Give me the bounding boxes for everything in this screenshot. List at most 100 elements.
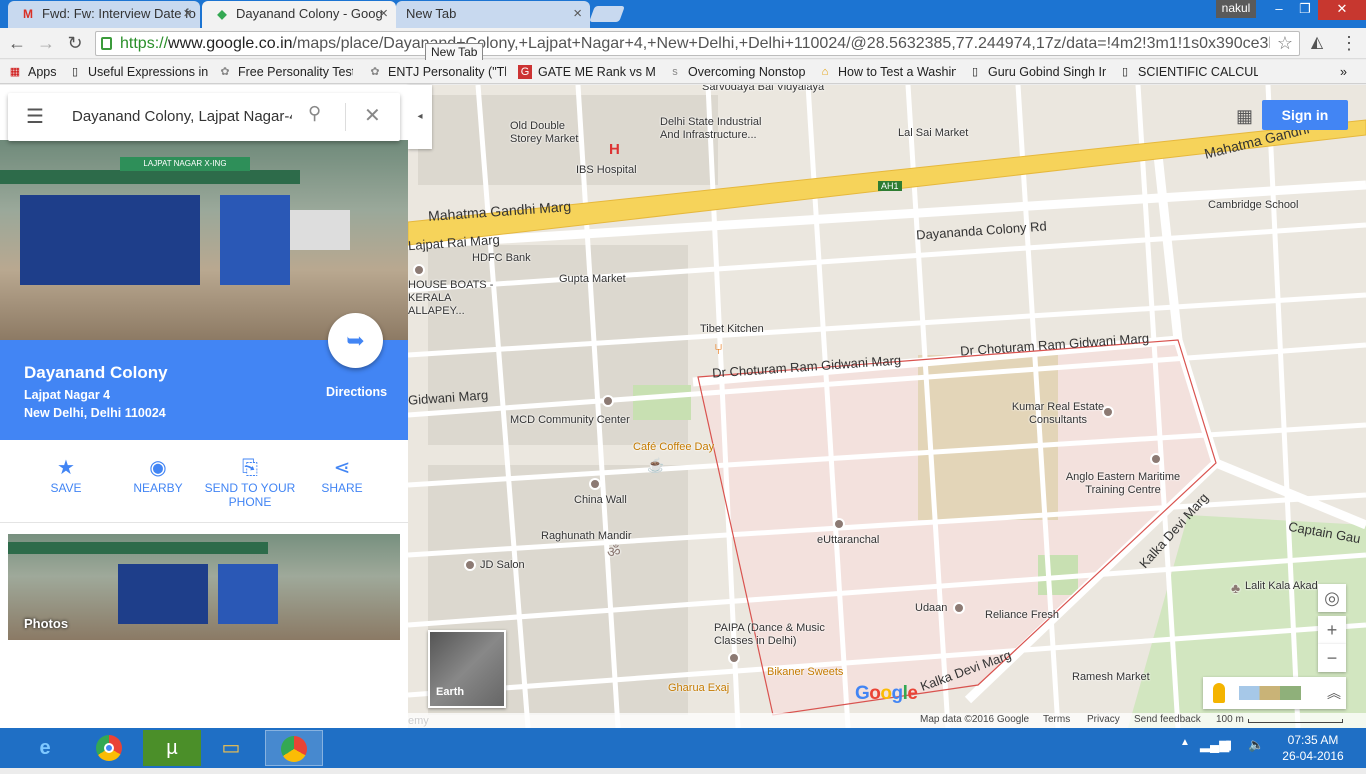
volume-icon[interactable]: 🔈	[1248, 737, 1264, 753]
tab-gmail[interactable]: M Fwd: Fw: Interview Date fo ×	[8, 1, 200, 28]
map-place-label[interactable]: Tibet Kitchen	[700, 323, 764, 335]
map-place-label[interactable]: Café Coffee Day	[633, 441, 714, 453]
send-feedback-link[interactable]: Send feedback	[1134, 714, 1201, 725]
map-canvas[interactable]: Mahatma Gandhi Marg Mahatma Gandhi Dayan…	[408, 85, 1366, 728]
poi-marker[interactable]	[1150, 453, 1162, 465]
map-place-label[interactable]: Old Double Storey Market	[510, 120, 590, 146]
map-place-label[interactable]: Cambridge School	[1208, 199, 1299, 211]
map-place-label[interactable]: Udaan	[915, 602, 947, 614]
bookmark-item[interactable]: ▯SCIENTIFIC CALCULAT	[1118, 63, 1258, 81]
map-place-label[interactable]: HOUSE BOATS - KERALA ALLAPEY...	[408, 279, 504, 318]
chrome-active-window-icon[interactable]	[265, 730, 323, 766]
zoom-in-button[interactable]: +	[1318, 616, 1346, 644]
imagery-thumbnails[interactable]	[1239, 686, 1301, 700]
hospital-icon[interactable]: H	[609, 141, 620, 158]
menu-hamburger-icon[interactable]: ☰	[26, 105, 46, 129]
map-place-label[interactable]: Reliance Fresh	[985, 609, 1059, 621]
system-clock[interactable]: 07:35 AM 26-04-2016	[1274, 732, 1352, 764]
photos-tile[interactable]: Photos	[8, 534, 400, 640]
bookmark-item[interactable]: s Overcoming Nonstop	[668, 63, 806, 81]
close-tab-icon[interactable]: ×	[573, 1, 582, 27]
poi-marker[interactable]	[464, 559, 476, 571]
utorrent-icon[interactable]: µ	[143, 730, 201, 766]
map-place-label[interactable]: China Wall	[574, 494, 627, 506]
tab-new-tab[interactable]: New Tab ×	[396, 1, 590, 28]
temple-icon[interactable]: ॐ	[607, 542, 621, 562]
poi-marker[interactable]	[833, 518, 845, 530]
google-apps-icon[interactable]: ▦	[1236, 107, 1254, 125]
pegman-icon[interactable]	[1213, 683, 1225, 703]
share-button[interactable]: ⋖ SHARE	[292, 455, 392, 495]
map-place-label[interactable]: eUttaranchal	[817, 534, 879, 546]
directions-label[interactable]: Directions	[326, 385, 387, 399]
earth-view-toggle[interactable]: Earth	[428, 630, 506, 708]
map-place-label[interactable]: Delhi State Industrial And Infrastructur…	[660, 116, 780, 142]
poi-marker[interactable]	[589, 478, 601, 490]
poi-marker[interactable]	[728, 652, 740, 664]
restaurant-icon[interactable]: ⑂	[714, 341, 723, 358]
map-place-label[interactable]: Sarvodaya Bal Vidyalaya	[702, 85, 824, 93]
bookmark-item[interactable]: ⌂ How to Test a Washin	[818, 63, 956, 81]
save-button[interactable]: ★ SAVE	[16, 455, 116, 495]
extension-icon[interactable]: ◭	[1306, 32, 1328, 54]
search-icon[interactable]: ⚲	[308, 103, 321, 124]
tab-maps[interactable]: ◆ Dayanand Colony - Goog ×	[202, 1, 396, 28]
map-place-label[interactable]: Ramesh Market	[1072, 671, 1150, 683]
map-place-label[interactable]: Bikaner Sweets	[767, 666, 843, 678]
privacy-link[interactable]: Privacy	[1087, 714, 1120, 725]
poi-marker[interactable]	[602, 395, 614, 407]
close-icon[interactable]: ✕	[364, 103, 381, 128]
address-bar[interactable]: https://www.google.co.in/maps/place/Daya…	[95, 31, 1300, 56]
search-input[interactable]: Dayanand Colony, Lajpat Nagar-4	[72, 108, 292, 125]
place-hero-photo[interactable]: LAJPAT NAGAR X-ING	[0, 140, 408, 340]
bookmark-item[interactable]: ▯ Guru Gobind Singh In	[968, 63, 1106, 81]
cafe-icon[interactable]: ☕	[647, 457, 664, 474]
map-place-label[interactable]: Lal Sai Market	[898, 127, 968, 139]
map-place-label[interactable]: IBS Hospital	[576, 164, 637, 176]
show-hidden-icons[interactable]: ▲	[1180, 737, 1190, 748]
send-to-phone-button[interactable]: ⎘ SEND TO YOUR PHONE	[200, 455, 300, 509]
nearby-button[interactable]: ◉ NEARBY	[108, 455, 208, 495]
user-profile-button[interactable]: nakul	[1216, 0, 1256, 18]
more-bookmarks-icon[interactable]: »	[1340, 63, 1360, 81]
map-place-label[interactable]: Anglo Eastern Maritime Training Centre	[1058, 471, 1188, 497]
close-tab-icon[interactable]: ×	[183, 1, 192, 27]
poi-marker[interactable]	[1102, 406, 1114, 418]
map-place-label[interactable]: PAIPA (Dance & Music Classes in Delhi)	[714, 622, 834, 648]
sign-in-button[interactable]: Sign in	[1262, 100, 1348, 130]
map-place-label[interactable]: Raghunath Mandir	[541, 530, 632, 542]
bookmark-item[interactable]: G GATE ME Rank vs Ma	[518, 63, 656, 81]
back-button[interactable]: ←	[6, 32, 28, 54]
menu-icon[interactable]: ⋮	[1338, 32, 1360, 54]
forward-button[interactable]: →	[35, 32, 57, 54]
new-tab-button[interactable]	[589, 6, 625, 22]
reload-button[interactable]: ↻	[64, 32, 86, 54]
collapse-panel-button[interactable]: ◂	[408, 85, 432, 149]
close-tab-icon[interactable]: ×	[379, 1, 388, 27]
minimize-button[interactable]: –	[1266, 0, 1292, 20]
file-explorer-icon[interactable]: ▭	[202, 730, 260, 766]
scale-label[interactable]: 100 m	[1216, 714, 1244, 725]
map-place-label[interactable]: Lalit Kala Akad	[1245, 580, 1318, 592]
battery-icon[interactable]: ▮	[1225, 737, 1232, 753]
bookmark-item[interactable]: ✿ ENTJ Personality ("The	[368, 63, 506, 81]
map-place-label[interactable]: HDFC Bank	[472, 252, 531, 264]
close-window-button[interactable]: ✕	[1318, 0, 1366, 20]
map-place-label[interactable]: Kumar Real Estate Consultants	[998, 401, 1118, 427]
poi-marker[interactable]	[413, 264, 425, 276]
map-place-label[interactable]: MCD Community Center	[510, 414, 630, 426]
bookmark-item[interactable]: ▯ Useful Expressions in	[68, 63, 208, 81]
bookmark-star-icon[interactable]: ☆	[1277, 33, 1293, 54]
map-place-label[interactable]: JD Salon	[480, 559, 525, 571]
terms-link[interactable]: Terms	[1043, 714, 1070, 725]
directions-button[interactable]: ➥	[328, 313, 383, 368]
bookmark-item[interactable]: ✿ Free Personality Test |	[218, 63, 353, 81]
my-location-button[interactable]: ◎	[1318, 584, 1346, 612]
map-place-label[interactable]: Gharua Exaj	[668, 682, 729, 694]
bookmark-apps[interactable]: ▦ Apps	[8, 63, 68, 81]
museum-icon[interactable]: ♣	[1231, 580, 1240, 596]
poi-marker[interactable]	[953, 602, 965, 614]
maximize-button[interactable]: ❐	[1292, 0, 1318, 20]
map-place-label[interactable]: Gupta Market	[559, 273, 626, 285]
expand-chevron-icon[interactable]: ︽	[1327, 683, 1341, 703]
